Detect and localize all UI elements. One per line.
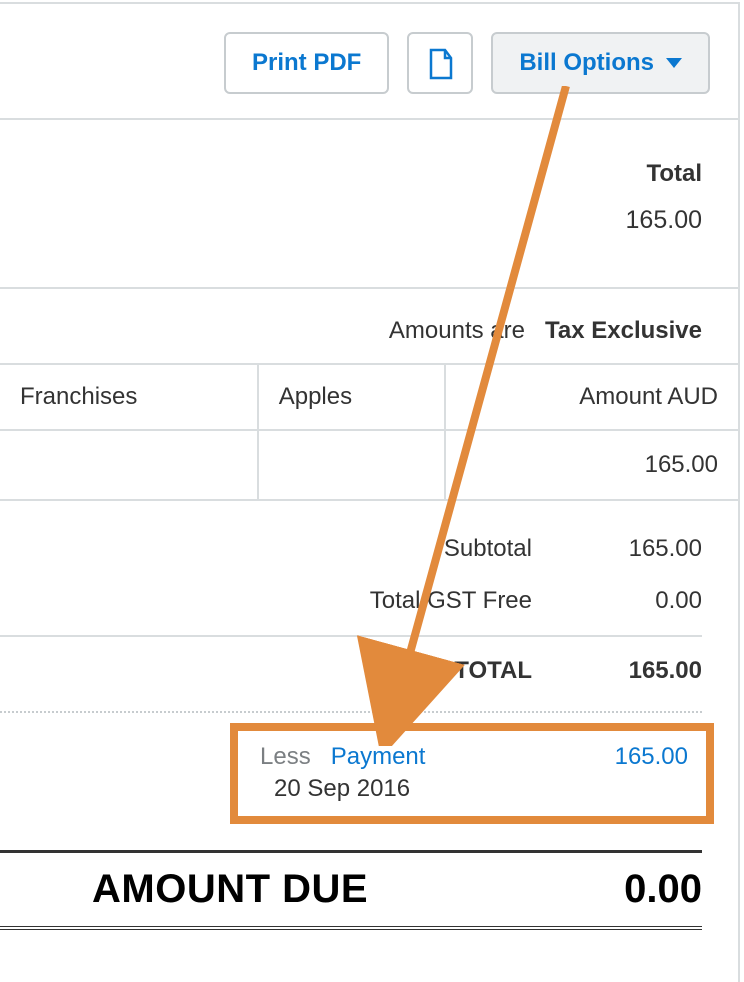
page-card: Print PDF Bill Options Total 165.00 Amou… [0, 2, 740, 982]
payment-amount[interactable]: 165.00 [615, 743, 688, 771]
amount-due-label: AMOUNT DUE [92, 867, 368, 912]
copy-button[interactable] [407, 32, 473, 94]
payment-highlight-box: Less Payment 20 Sep 2016 165.00 [230, 723, 714, 824]
subtotal-value: 165.00 [532, 535, 702, 563]
line-items-table: Franchises Apples Amount AUD 165.00 [0, 363, 738, 501]
col-franchises: Franchises [0, 364, 258, 430]
summary-total-label: Total [0, 160, 702, 188]
subtotal-row: Subtotal 165.00 [0, 523, 702, 575]
dotted-separator [0, 711, 702, 713]
chevron-down-icon [666, 58, 682, 68]
bill-options-button[interactable]: Bill Options [491, 32, 710, 94]
print-pdf-label: Print PDF [252, 49, 361, 77]
total-label: TOTAL [272, 657, 532, 685]
payment-description: Less Payment 20 Sep 2016 [260, 741, 425, 806]
gst-value: 0.00 [532, 587, 702, 615]
tax-mode-value: Tax Exclusive [545, 317, 702, 344]
gst-label: Total GST Free [272, 587, 532, 615]
tax-mode-note: Amounts are Tax Exclusive [0, 289, 738, 363]
print-pdf-button[interactable]: Print PDF [224, 32, 389, 94]
total-row: TOTAL 165.00 [0, 635, 702, 697]
copy-icon [428, 48, 452, 78]
summary-total: Total 165.00 [0, 120, 738, 289]
cell-apples [258, 430, 446, 500]
subtotal-label: Subtotal [272, 535, 532, 563]
gst-row: Total GST Free 0.00 [0, 575, 702, 627]
col-amount: Amount AUD [445, 364, 738, 430]
total-value: 165.00 [532, 657, 702, 685]
table-header-row: Franchises Apples Amount AUD [0, 364, 738, 430]
amount-due-row: AMOUNT DUE 0.00 [0, 850, 702, 930]
payment-date: 20 Sep 2016 [260, 773, 425, 805]
amount-due-value: 0.00 [624, 867, 702, 912]
bill-options-label: Bill Options [519, 49, 654, 77]
totals-block: Subtotal 165.00 Total GST Free 0.00 TOTA… [0, 501, 738, 713]
payment-less-label: Less [260, 743, 311, 770]
summary-total-value: 165.00 [0, 206, 702, 235]
cell-franchises [0, 430, 258, 500]
cell-amount: 165.00 [445, 430, 738, 500]
payment-link[interactable]: Payment [331, 743, 426, 770]
toolbar: Print PDF Bill Options [0, 4, 738, 120]
tax-mode-prefix: Amounts are [389, 317, 525, 344]
table-row: 165.00 [0, 430, 738, 500]
col-apples: Apples [258, 364, 446, 430]
